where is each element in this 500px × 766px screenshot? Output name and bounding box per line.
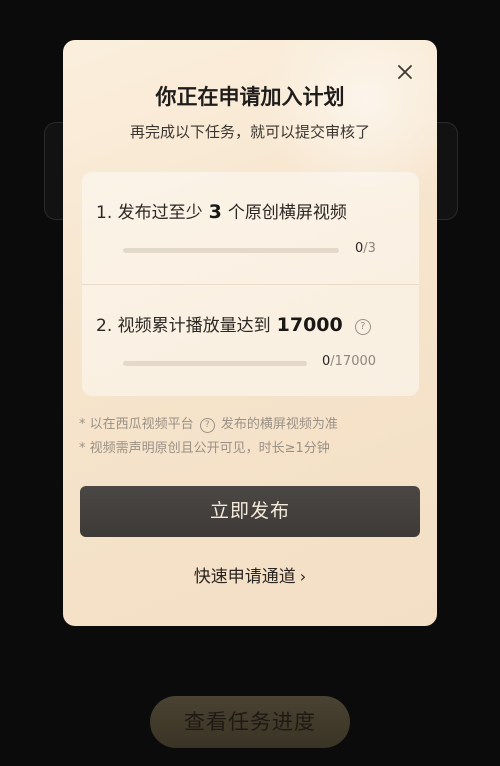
task-notes: * 以在西瓜视频平台 ? 发布的横屏视频为准 * 视频需声明原创且公开可见，时长… [79, 413, 338, 461]
task-progress-text: 0/17000 [322, 354, 376, 369]
dialog-title: 你正在申请加入计划 [155, 85, 345, 109]
view-task-progress-button[interactable]: 查看任务进度 [150, 696, 350, 748]
fast-apply-link[interactable]: 快速申请通道 › [63, 562, 437, 587]
close-icon[interactable] [395, 62, 415, 82]
note-line-requirement: * 视频需声明原创且公开可见，时长≥1分钟 [79, 441, 330, 456]
task-target-number: 17000 [276, 314, 343, 336]
task-prefix: 2. 视频累计播放量达到 [96, 316, 271, 336]
fast-apply-label: 快速申请通道 [193, 567, 296, 587]
chevron-right-icon: › [299, 567, 307, 586]
task-suffix: 个原创横屏视频 [227, 203, 347, 223]
dialog-subtitle: 再完成以下任务，就可以提交审核了 [129, 123, 370, 141]
task-description: 2. 视频累计播放量达到 17000? [96, 311, 371, 336]
task-item-videos: 1. 发布过至少 3 个原创横屏视频 0/3 [82, 172, 419, 284]
question-circle-icon[interactable]: ? [199, 418, 215, 433]
note-line-platform: * 以在西瓜视频平台 ? 发布的横屏视频为准 [79, 413, 338, 437]
task-progress-bar [123, 361, 307, 366]
task-progress-total: /3 [363, 241, 376, 256]
task-item-plays: 2. 视频累计播放量达到 17000? 0/17000 [82, 284, 419, 397]
task-progress-total: /17000 [330, 354, 377, 369]
note-text: * 以在西瓜视频平台 [79, 417, 194, 432]
task-list: 1. 发布过至少 3 个原创横屏视频 0/3 2. 视频累计播放量达到 17000? … [82, 172, 419, 396]
publish-now-button[interactable]: 立即发布 [80, 486, 420, 537]
question-circle-icon[interactable]: ? [354, 319, 371, 335]
task-description: 1. 发布过至少 3 个原创横屏视频 [96, 198, 347, 223]
note-text: 发布的横屏视频为准 [220, 417, 338, 432]
task-target-number: 3 [208, 201, 222, 223]
task-progress-text: 0/3 [355, 241, 376, 256]
task-progress-bar [123, 248, 339, 253]
apply-plan-dialog: 你正在申请加入计划 再完成以下任务，就可以提交审核了 1. 发布过至少 3 个原创横… [63, 40, 437, 626]
task-prefix: 1. 发布过至少 [96, 203, 203, 223]
